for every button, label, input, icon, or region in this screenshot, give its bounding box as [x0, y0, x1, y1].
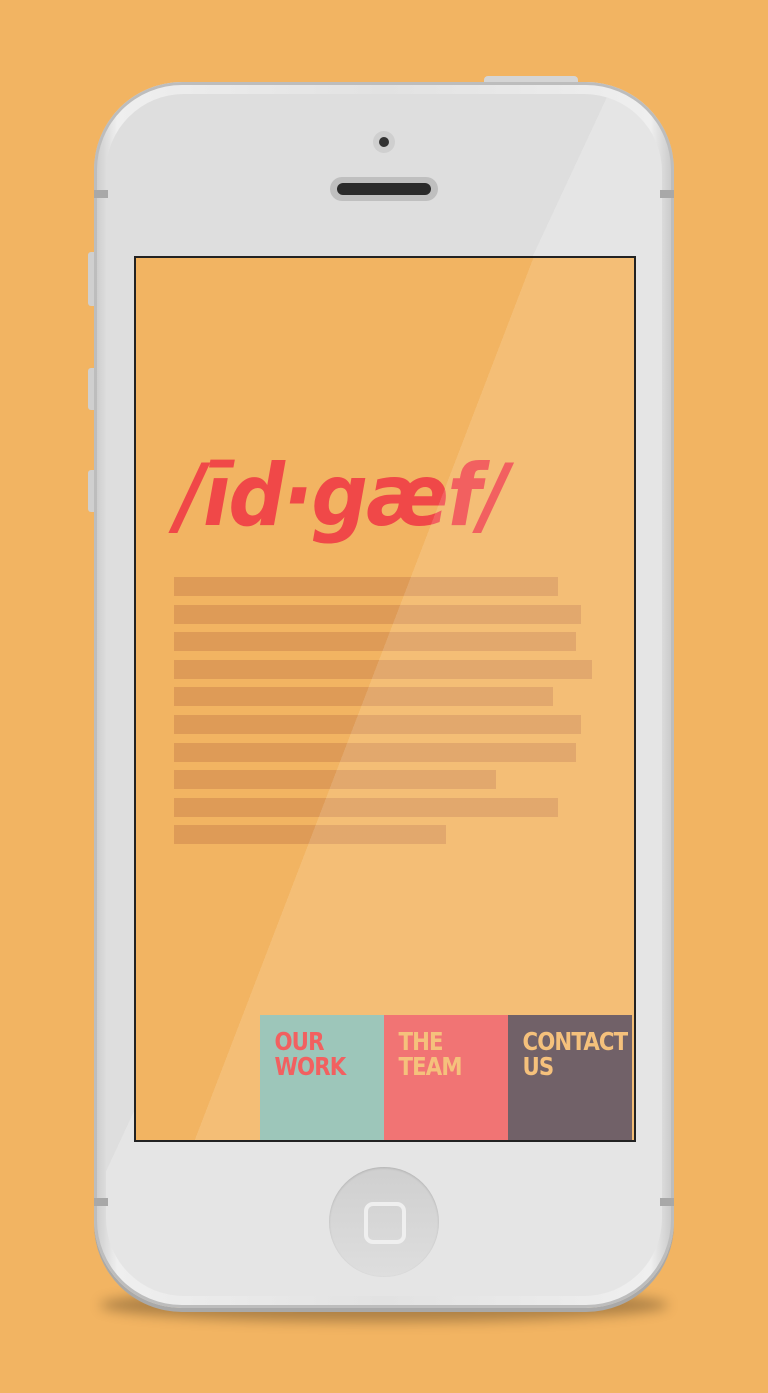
nav-our-work-tile[interactable]: OUR WORK	[260, 1015, 384, 1140]
antenna-band	[660, 190, 674, 198]
nav-the-team-tile[interactable]: THE TEAM	[384, 1015, 508, 1140]
placeholder-text-block	[174, 577, 592, 853]
placeholder-text-line	[174, 714, 581, 734]
earpiece-speaker	[330, 177, 438, 201]
placeholder-text-line	[174, 797, 558, 817]
nav-the-team[interactable]: THE TEAM	[384, 1015, 489, 1140]
placeholder-text-line	[174, 825, 446, 845]
placeholder-text-line	[174, 632, 576, 652]
placeholder-text-line	[174, 770, 496, 790]
nav-contact-us-tile[interactable]: CONTACT US	[508, 1015, 632, 1140]
phone-screen: /īd·gæf/ OUR WORK THE TEAM CONTACT US	[134, 256, 636, 1142]
front-camera-icon	[373, 131, 395, 153]
antenna-band	[94, 1198, 108, 1206]
bottom-nav: OUR WORK THE TEAM CONTACT US	[260, 1015, 632, 1140]
home-square-icon	[364, 1202, 406, 1244]
site-logo[interactable]: /īd·gæf/	[176, 446, 509, 546]
nav-our-work[interactable]: OUR WORK	[260, 1015, 365, 1140]
antenna-band	[660, 1198, 674, 1206]
placeholder-text-line	[174, 577, 558, 596]
placeholder-text-line	[174, 659, 592, 679]
home-button[interactable]	[329, 1167, 439, 1277]
placeholder-text-line	[174, 604, 581, 624]
nav-contact-us[interactable]: CONTACT US	[508, 1015, 628, 1140]
antenna-band	[94, 190, 108, 198]
placeholder-text-line	[174, 687, 553, 707]
placeholder-text-line	[174, 742, 576, 762]
